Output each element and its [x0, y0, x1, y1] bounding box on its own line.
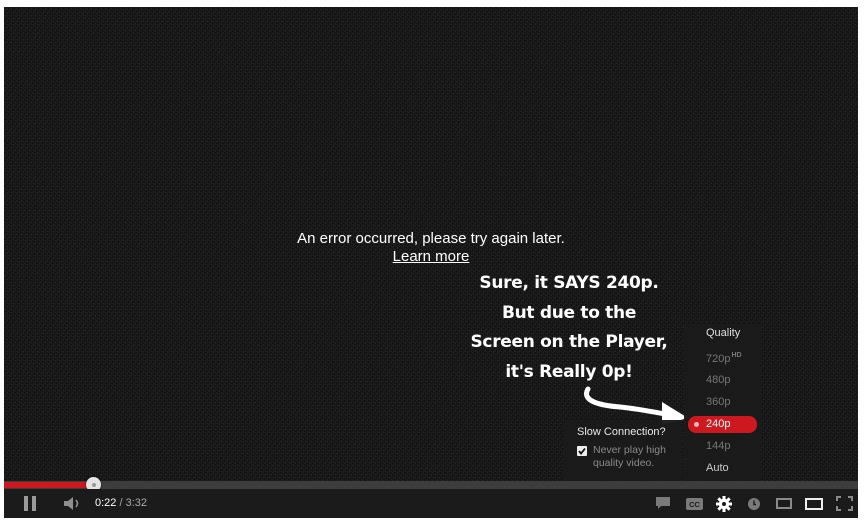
quality-option-label: 240p: [706, 418, 731, 430]
quality-menu-title: Quality: [706, 327, 741, 339]
quality-option-label: 144p: [706, 440, 731, 452]
control-bar: 0:22 / 3:32 CC: [4, 489, 858, 518]
video-surface[interactable]: An error occurred, please try again late…: [4, 7, 858, 481]
learn-more-link[interactable]: Learn more: [393, 248, 470, 265]
quality-option-label: 360p: [706, 396, 731, 408]
quality-option-label: 720p: [706, 353, 731, 365]
settings-gear-icon: [716, 495, 732, 512]
pause-button[interactable]: [18, 489, 42, 518]
quality-option-auto[interactable]: Auto: [688, 460, 757, 477]
annotations-button[interactable]: [652, 489, 674, 518]
quality-option-label: Auto: [706, 462, 729, 474]
never-high-quality-checkbox[interactable]: [577, 446, 587, 456]
annotation-line: Sure, it SAYS 240p.: [479, 273, 659, 293]
progress-bar[interactable]: [4, 477, 858, 492]
volume-button[interactable]: [61, 489, 85, 518]
quality-option-480p[interactable]: 480p: [688, 372, 757, 389]
annotation-line: Screen on the Player,: [470, 332, 668, 352]
slow-connection-panel: Slow Connection? Never play high quality…: [564, 420, 681, 481]
error-message: An error occurred, please try again late…: [4, 230, 858, 266]
small-player-button[interactable]: [772, 489, 796, 518]
time-display: 0:22 / 3:32: [95, 497, 147, 509]
never-high-quality-label[interactable]: Never play high quality video.: [593, 444, 677, 470]
quality-option-240p[interactable]: 240p: [688, 416, 757, 433]
captions-icon: CC: [685, 497, 703, 510]
annotation-line: But due to the: [501, 302, 637, 323]
quality-option-144p[interactable]: 144p: [688, 438, 757, 455]
captions-button[interactable]: CC: [682, 489, 706, 518]
captions-label: CC: [689, 500, 700, 509]
large-player-icon: [805, 497, 823, 510]
fullscreen-icon: [835, 496, 853, 511]
hd-badge: HD: [731, 352, 742, 359]
selected-dot-icon: [694, 422, 699, 427]
small-player-icon: [776, 498, 792, 509]
checkmark-icon: [578, 447, 586, 455]
volume-icon: [64, 497, 79, 510]
pause-icon: [24, 496, 36, 511]
annotation-text: Sure, it SAYS 240p. But due to the Scree…: [449, 269, 689, 387]
quality-option-360p[interactable]: 360p: [688, 394, 757, 411]
error-text: An error occurred, please try again late…: [297, 230, 565, 247]
duration: 3:32: [125, 497, 148, 509]
current-time: 0:22: [95, 497, 117, 509]
time-separator: /: [119, 497, 123, 509]
large-player-button[interactable]: [801, 489, 827, 518]
settings-button[interactable]: [712, 489, 736, 518]
watch-later-button[interactable]: [744, 489, 764, 518]
video-player[interactable]: An error occurred, please try again late…: [4, 7, 858, 518]
progress-played: [4, 482, 93, 488]
slow-connection-title: Slow Connection?: [577, 426, 666, 438]
quality-menu: Quality 720pHD 480p 360p 240p 144p Auto: [684, 324, 761, 481]
annotation-line: it's Really 0p!: [505, 361, 633, 382]
watch-later-icon: [748, 497, 760, 510]
quality-option-720p[interactable]: 720pHD: [688, 347, 757, 365]
quality-option-label: 480p: [706, 374, 731, 386]
annotations-icon: [656, 497, 670, 509]
fullscreen-button[interactable]: [832, 489, 856, 518]
